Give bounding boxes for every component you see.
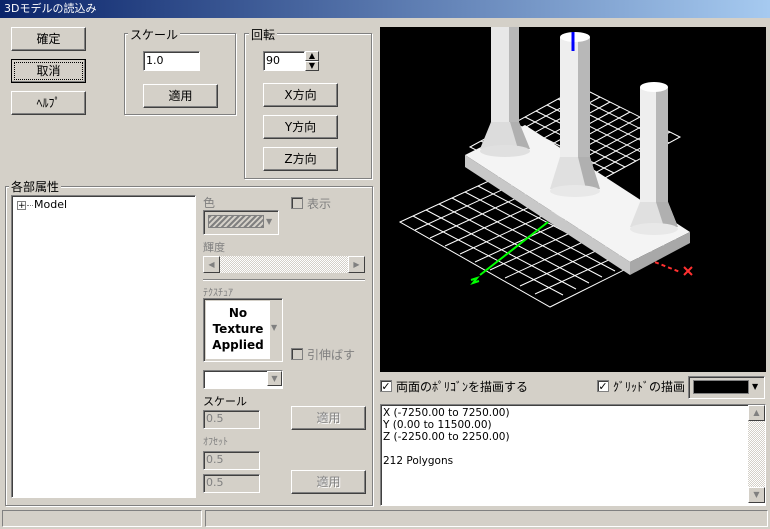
rotate-x-button[interactable]: X方向 [263,83,338,107]
brightness-label: 輝度 [203,241,225,254]
scale-input[interactable]: 1.0 [143,51,200,71]
texture-preview-line-1: No [228,306,248,320]
check-icon: ✓ [381,380,391,393]
texture-preview-line-2: Texture [212,322,264,336]
scale-apply-button[interactable]: 適用 [143,84,218,108]
brightness-right-arrow[interactable]: ▶ [348,256,365,273]
grid-color-swatch [693,380,749,394]
grid-color-picker[interactable]: ▼ [688,376,765,399]
brightness-slider[interactable]: ◀ ▶ [203,256,365,273]
column-center [550,32,600,197]
viewport-3d[interactable] [380,27,766,372]
texture-preview-line-3: Applied [212,338,264,352]
offset-x-value: 0.5 [206,453,224,466]
tex-scale-label: スケール [203,395,247,408]
ok-button[interactable]: 確定 [11,27,86,51]
tree-expand-icon[interactable]: + [17,201,26,211]
draw-backface-label: 両面のﾎﾟﾘｺﾞﾝを描画する [396,380,529,394]
tree-connector [27,205,33,206]
check-icon: ✓ [598,380,608,393]
cancel-button[interactable]: 取消 [11,59,86,83]
chevron-down-icon: ▼ [271,323,278,332]
scale-group-label: スケール [128,26,181,43]
texture-preview: No Texture Applied [206,301,270,359]
rotate-z-button[interactable]: Z方向 [263,147,338,171]
rotate-down-button[interactable]: ▼ [305,61,319,71]
chevron-down-icon: ▼ [266,217,273,226]
z-axis-label-icon [470,275,480,286]
draw-grid-checkbox[interactable]: ✓ [597,380,609,392]
z-axis-line [479,221,549,276]
scroll-up-arrow[interactable]: ▲ [748,405,765,421]
color-picker[interactable]: ▼ [203,210,279,235]
offset-x-input[interactable]: 0.5 [203,451,260,470]
info-polygon-count: 212 Polygons [383,455,454,467]
help-button[interactable]: ﾍﾙﾌﾟ [11,91,86,115]
window-title: 3Dモデルの読込み [4,2,97,15]
tex-scale-apply-button[interactable]: 適用 [291,406,366,430]
status-bar-right [205,510,768,527]
x-axis-label-icon [683,266,693,276]
rotate-group-label: 回転 [249,26,278,43]
model-info-box[interactable]: X (-7250.00 to 7250.00) Y (0.00 to 11500… [380,404,766,506]
info-x-range: X (-7250.00 to 7250.00) [383,407,510,419]
tex-scale-input[interactable]: 0.5 [203,410,260,429]
model-tree[interactable]: + Model [11,195,196,498]
status-bar-left [2,510,202,527]
info-z-range: Z (-2250.00 to 2250.00) [383,431,510,443]
tree-item-model[interactable]: Model [34,198,67,211]
offset-label: ｵﾌｾｯﾄ [203,437,228,448]
tex-scale-value: 0.5 [206,412,224,425]
info-y-range: Y (0.00 to 11500.00) [383,419,492,431]
texture-list[interactable]: No Texture Applied ▼ [203,298,283,362]
title-bar: 3Dモデルの読込み [0,0,770,18]
brightness-left-arrow[interactable]: ◀ [203,256,220,273]
scale-input-value: 1.0 [146,54,164,67]
draw-backface-checkbox[interactable]: ✓ [380,380,392,392]
divider [203,279,365,281]
draw-grid-label: ｸﾞﾘｯﾄﾞの描画 [613,380,686,394]
color-swatch [208,215,264,228]
attributes-group-label: 各部属性 [9,178,62,195]
stretch-label: 引伸ばす [307,348,356,362]
show-label: 表示 [307,197,332,211]
chevron-down-icon: ▼ [752,382,759,391]
info-scrollbar[interactable]: ▲ ▼ [748,405,765,503]
offset-y-input[interactable]: 0.5 [203,474,260,493]
rotate-y-button[interactable]: Y方向 [263,115,338,139]
offset-y-value: 0.5 [206,476,224,489]
column-left [480,27,530,157]
rotate-up-button[interactable]: ▲ [305,51,319,61]
chevron-down-icon[interactable]: ▼ [267,371,282,386]
column-right [630,82,678,235]
texture-select[interactable]: ▼ [203,370,283,389]
stretch-checkbox[interactable] [291,348,303,360]
scroll-down-arrow[interactable]: ▼ [748,487,765,503]
rotate-input-value: 90 [266,54,280,67]
rotate-input[interactable]: 90 [263,51,305,71]
texture-label: ﾃｸｽﾁｭｱ [203,288,233,299]
offset-apply-button[interactable]: 適用 [291,470,366,494]
model-render [398,27,693,308]
color-label: 色 [203,196,216,210]
show-checkbox[interactable] [291,197,303,209]
